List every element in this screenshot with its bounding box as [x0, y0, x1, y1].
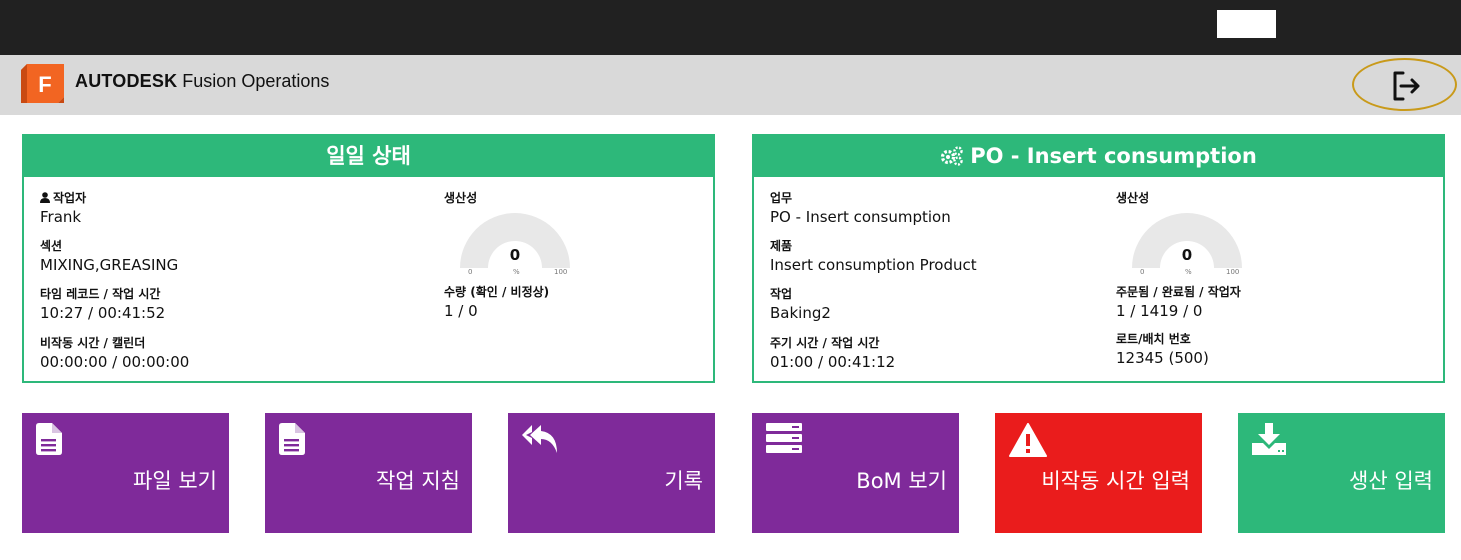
right-gauge-max: 100 — [1226, 268, 1240, 276]
ordered-label: 주문됨 / 완료됨 / 작업자 — [1116, 285, 1241, 299]
download-icon — [1252, 423, 1286, 455]
operation-label: 작업 — [770, 287, 793, 301]
work-order-title: PO - Insert consumption — [754, 136, 1443, 177]
file-icon — [36, 423, 62, 455]
work-instructions-button[interactable]: 작업 지침 — [265, 413, 472, 533]
task-label: 업무 — [770, 191, 793, 205]
brand-name: AUTODESK — [75, 71, 178, 91]
production-entry-label: 생산 입력 — [1349, 469, 1433, 493]
operator-label: 작업자 — [40, 190, 86, 206]
logout-icon — [1393, 71, 1420, 101]
lot-field: 로트/배치 번호 12345 (500) — [1116, 331, 1209, 368]
task-value: PO - Insert consumption — [770, 208, 951, 226]
work-instructions-label: 작업 지침 — [376, 469, 460, 493]
downtime-field: 비작동 시간 / 캘린더 00:00:00 / 00:00:00 — [40, 335, 189, 372]
section-label: 섹션 — [40, 239, 63, 253]
operation-field: 작업 Baking2 — [770, 286, 831, 323]
operator-value: Frank — [40, 208, 82, 226]
downtime-entry-button[interactable]: 비작동 시간 입력 — [995, 413, 1202, 533]
app-title: AUTODESK Fusion Operations — [75, 71, 329, 92]
operation-value: Baking2 — [770, 304, 831, 322]
right-productivity-gauge: 0 0 % 100 — [1132, 210, 1252, 280]
cycle-time-value: 01:00 / 00:41:12 — [770, 353, 896, 371]
lot-label: 로트/배치 번호 — [1116, 332, 1191, 346]
server-icon — [766, 423, 802, 453]
warning-icon — [1009, 423, 1047, 457]
product-name: Fusion Operations — [182, 71, 330, 91]
product-label: 제품 — [770, 239, 793, 253]
user-icon — [40, 192, 50, 203]
operator-field: 작업자 Frank — [40, 190, 86, 227]
logout-button[interactable] — [1352, 58, 1457, 111]
production-entry-button[interactable]: 생산 입력 — [1238, 413, 1445, 533]
right-productivity-label: 생산성 — [1116, 191, 1150, 205]
app-header: F AUTODESK Fusion Operations — [0, 55, 1461, 115]
productivity-field: 생산성 — [444, 190, 477, 206]
time-record-value: 10:27 / 00:41:52 — [40, 304, 166, 322]
gears-icon — [941, 146, 963, 166]
right-gauge-unit: % — [1185, 268, 1192, 276]
quantity-value: 1 / 0 — [444, 302, 478, 320]
productivity-label: 생산성 — [444, 191, 478, 205]
bom-button[interactable]: BoM 보기 — [752, 413, 959, 533]
lot-value: 12345 (500) — [1116, 349, 1209, 367]
gauge-min: 0 — [468, 268, 473, 276]
view-files-label: 파일 보기 — [133, 469, 217, 493]
section-field: 섹션 MIXING,GREASING — [40, 238, 178, 275]
work-order-panel: PO - Insert consumption 업무 PO - Insert c… — [752, 134, 1445, 383]
section-value: MIXING,GREASING — [40, 256, 179, 274]
right-gauge-value: 0 — [1181, 246, 1193, 264]
daily-status-panel: 일일 상태 작업자 Frank 섹션 MIXING,GREASING 타임 레코… — [22, 134, 715, 383]
daily-status-title: 일일 상태 — [24, 136, 713, 177]
downtime-label: 비작동 시간 / 캘린더 — [40, 336, 146, 350]
quantity-label: 수량 (확인 / 비정상) — [444, 285, 550, 299]
task-field: 업무 PO - Insert consumption — [770, 190, 951, 227]
product-value: Insert consumption Product — [770, 256, 977, 274]
gauge-unit: % — [513, 268, 520, 276]
downtime-value: 00:00:00 / 00:00:00 — [40, 353, 190, 371]
bom-label: BoM 보기 — [856, 469, 947, 493]
gauge-max: 100 — [554, 268, 568, 276]
history-label: 기록 — [664, 469, 703, 493]
quantity-field: 수량 (확인 / 비정상) 1 / 0 — [444, 284, 549, 321]
productivity-gauge: 0 0 % 100 — [460, 210, 580, 280]
reply-all-icon — [522, 425, 557, 453]
product-field: 제품 Insert consumption Product — [770, 238, 977, 275]
cycle-time-field: 주기 시간 / 작업 시간 01:00 / 00:41:12 — [770, 335, 895, 372]
ordered-field: 주문됨 / 완료됨 / 작업자 1 / 1419 / 0 — [1116, 284, 1241, 321]
time-record-field: 타임 레코드 / 작업 시간 10:27 / 00:41:52 — [40, 286, 165, 323]
gauge-value: 0 — [509, 246, 521, 264]
ordered-value: 1 / 1419 / 0 — [1116, 302, 1203, 320]
right-gauge-min: 0 — [1140, 268, 1145, 276]
cycle-time-label: 주기 시간 / 작업 시간 — [770, 336, 880, 350]
view-files-button[interactable]: 파일 보기 — [22, 413, 229, 533]
logo-letter: F — [38, 72, 51, 97]
file-icon — [279, 423, 305, 455]
fusion-logo-icon: F — [21, 64, 64, 103]
downtime-entry-label: 비작동 시간 입력 — [1041, 469, 1190, 493]
right-productivity-field: 생산성 — [1116, 190, 1149, 206]
top-bar-box — [1217, 10, 1276, 38]
time-record-label: 타임 레코드 / 작업 시간 — [40, 287, 161, 301]
history-button[interactable]: 기록 — [508, 413, 715, 533]
top-bar — [0, 0, 1461, 55]
